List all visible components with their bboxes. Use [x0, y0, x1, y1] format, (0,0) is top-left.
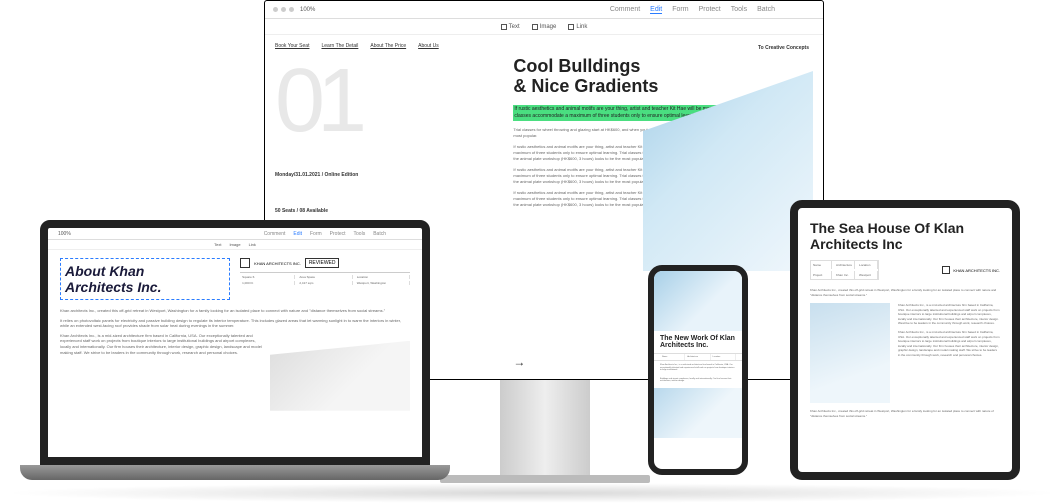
tab-form[interactable]: Form [310, 231, 322, 237]
big-number: 01 [275, 61, 489, 142]
grid-h2: Area Space [297, 275, 352, 279]
reviewed-stamp: REVIEWED [305, 258, 340, 268]
building-image [810, 303, 890, 403]
floor-shadow [0, 483, 1064, 503]
about-heading-selected[interactable]: About KhanArchitects Inc. [60, 258, 230, 300]
seats-line: 50 Seats / 08 Available [275, 208, 489, 214]
text-tool[interactable]: Text [501, 24, 520, 30]
grid-cell: Project [811, 271, 832, 279]
grid-cell: Name [660, 354, 685, 360]
window-controls[interactable] [273, 7, 294, 12]
grid-cell: Name [811, 261, 832, 269]
nav-learn[interactable]: Learn The Detail [321, 43, 358, 49]
link-icon [568, 24, 574, 30]
hero-image [654, 271, 742, 331]
monitor-stand [500, 380, 590, 480]
tablet-grid: Name Architecture Location Project Khan … [810, 260, 879, 280]
laptop-device: 100% Comment Edit Form Protect Tools Bat… [40, 220, 430, 465]
grid-cell: Architecture [834, 261, 855, 269]
nav-about[interactable]: About Us [418, 43, 439, 49]
info-grid: Square ft. Area Space Location 1,000 Ft … [240, 272, 410, 285]
link-tool[interactable]: Link [249, 242, 256, 247]
phone-grid: Name Architecture Location [654, 353, 742, 361]
laptop-subtoolbar: Text Image Link [48, 240, 422, 250]
grid-v2: 2,417 sqm [297, 281, 352, 285]
nav-price[interactable]: About The Price [370, 43, 406, 49]
tab-protect[interactable]: Protect [699, 6, 721, 14]
subtitle: To Creative Concepts [513, 45, 809, 51]
paragraph: Buildings and airport complexes, locally… [654, 375, 742, 386]
paragraph: Khan Architects Inc., is a mid-sized arc… [898, 303, 1000, 326]
laptop-tabs: Comment Edit Form Protect Tools Batch [264, 231, 386, 237]
brand-logo-icon [942, 266, 950, 274]
brand-logo-icon [240, 258, 250, 268]
monitor-base [440, 475, 650, 483]
paragraph: Khan Architects Inc., is a mid-sized arc… [898, 330, 1000, 357]
grid-h3: Location [355, 275, 410, 279]
tab-form[interactable]: Form [672, 6, 688, 14]
grid-v1: 1,000 Ft [240, 281, 295, 285]
tab-batch[interactable]: Batch [373, 231, 386, 237]
tab-batch[interactable]: Batch [757, 6, 775, 14]
paragraph: Khan Architects Inc., is a mid-sized arc… [60, 333, 262, 407]
brand-name: KHAN ARCHITECTS INC. [254, 261, 301, 266]
grid-cell: Khan Inc. [834, 271, 855, 279]
laptop-base [20, 465, 450, 480]
tab-edit[interactable]: Edit [650, 6, 662, 14]
text-icon [501, 24, 507, 30]
laptop-toolbar: 100% Comment Edit Form Protect Tools Bat… [48, 228, 422, 240]
date-line: Monday/31.01.2021 / Online Edition [275, 172, 489, 178]
tab-protect[interactable]: Protect [330, 231, 346, 237]
paragraph: It relies on photovoltaic panels for ele… [60, 318, 410, 329]
grid-cell: Location [857, 261, 878, 269]
nav-book[interactable]: Book Your Seat [275, 43, 309, 49]
phone-title: The New Work Of Klan Architects Inc. [654, 331, 742, 353]
building-image [270, 341, 410, 411]
grid-cell: Location [711, 354, 736, 360]
grid-cell: Westport [857, 271, 878, 279]
tab-comment[interactable]: Comment [610, 6, 640, 14]
phone-device: The New Work Of Klan Architects Inc. Nam… [648, 265, 748, 475]
tablet-title: The Sea House Of Klan Architects Inc [810, 220, 1000, 252]
grid-h1: Square ft. [240, 275, 295, 279]
doc-nav: Book Your Seat Learn The Detail About Th… [275, 43, 489, 49]
grid-v3: Westport, Washington [355, 281, 410, 285]
zoom-level[interactable]: 100% [300, 7, 315, 13]
edit-subtoolbar: Text Image Link [265, 19, 823, 35]
grid-cell: Architecture [685, 354, 710, 360]
image-tool[interactable]: Image [532, 24, 557, 30]
tab-tools[interactable]: Tools [354, 231, 366, 237]
paragraph: Khan architects Inc., created this off-g… [60, 308, 410, 314]
brand-row: KHAN ARCHITECTS INC. [942, 260, 1000, 280]
image-tool[interactable]: Image [229, 242, 240, 247]
main-tabs: Comment Edit Form Protect Tools Batch [610, 6, 775, 14]
tab-comment[interactable]: Comment [264, 231, 286, 237]
text-tool[interactable]: Text [214, 242, 221, 247]
paragraph: Khan Architects Inc., created this off-g… [810, 409, 1000, 418]
zoom-level[interactable]: 100% [58, 231, 71, 237]
brand-row: KHAN ARCHITECTS INC. REVIEWED [240, 258, 410, 268]
app-toolbar: 100% Comment Edit Form Protect Tools Bat… [265, 1, 823, 19]
building-image [654, 388, 742, 438]
tab-edit[interactable]: Edit [293, 231, 302, 237]
laptop-document: About KhanArchitects Inc. KHAN ARCHITECT… [48, 250, 422, 457]
paragraph: Khan Architects Inc., is a mid-sized arc… [654, 361, 742, 375]
image-icon [532, 24, 538, 30]
tab-tools[interactable]: Tools [731, 6, 747, 14]
paragraph: Khan Architects Inc., created this off-g… [810, 288, 1000, 297]
link-tool[interactable]: Link [568, 24, 587, 30]
brand-name: KHAN ARCHITECTS INC. [953, 268, 1000, 273]
tablet-device: The Sea House Of Klan Architects Inc Nam… [790, 200, 1020, 480]
